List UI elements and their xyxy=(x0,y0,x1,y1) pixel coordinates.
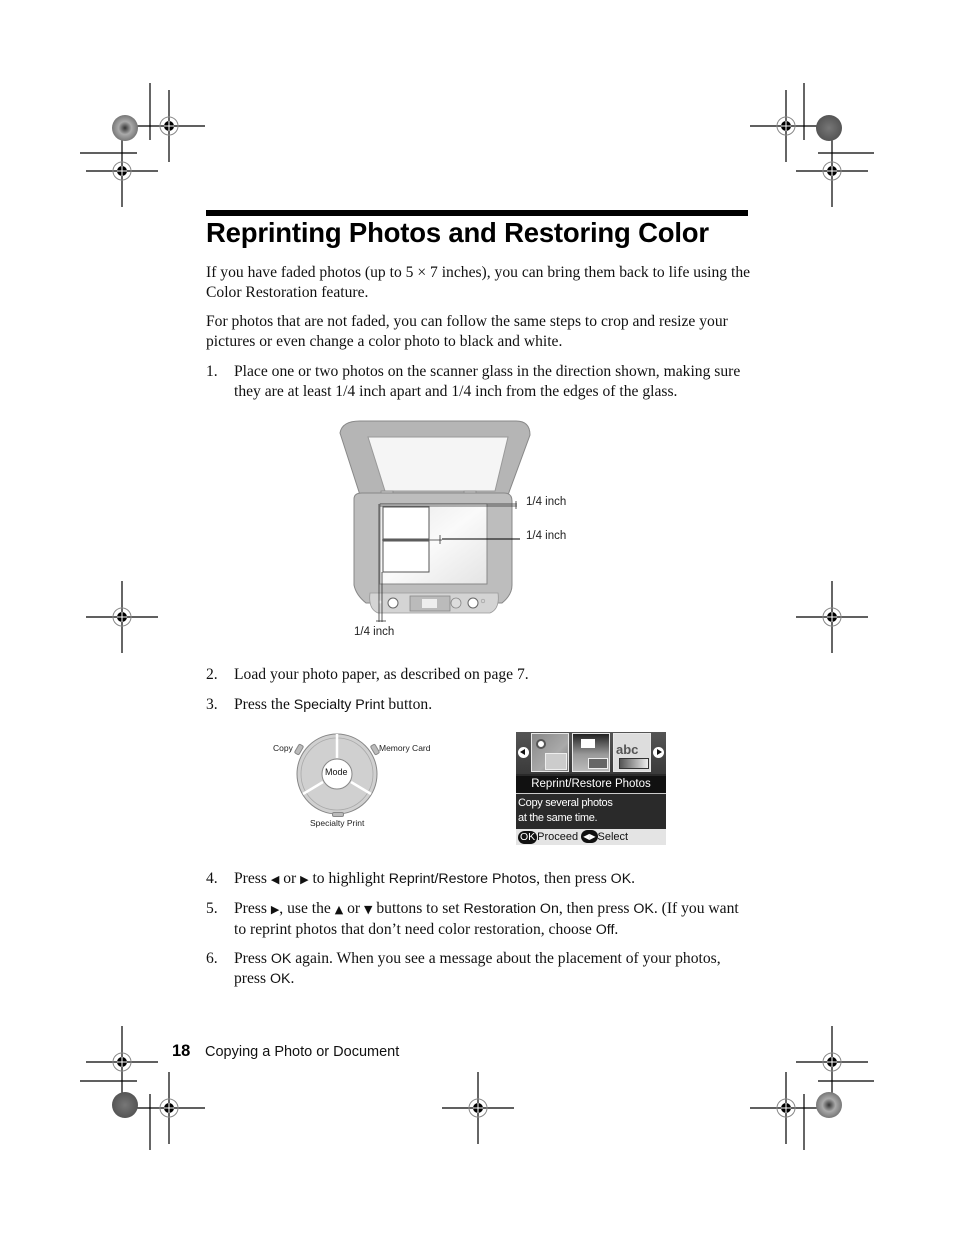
step-1: 1. Place one or two photos on the scanne… xyxy=(206,362,751,402)
registration-target-icon xyxy=(795,134,869,208)
photo-1 xyxy=(382,506,430,540)
intro-paragraph: For photos that are not faded, you can f… xyxy=(206,313,728,350)
page-number: 18 xyxy=(172,1042,191,1060)
step-text: Press ▶, use the ▲ or ▼ buttons to set R… xyxy=(234,900,739,938)
step-text: Press ◀ or ▶ to highlight Reprint/Restor… xyxy=(234,870,636,887)
lcd-proceed-label: Proceed xyxy=(537,831,579,843)
color-bar-starburst-icon xyxy=(816,115,842,141)
crop-mark-top-left xyxy=(80,83,151,154)
step-text: Press OK again. When you see a message a… xyxy=(234,950,721,987)
lcd-thumb-reprint xyxy=(531,733,569,772)
registration-target-icon xyxy=(132,1071,206,1145)
step-text: Place one or two photos on the scanner g… xyxy=(234,363,741,400)
lcd-description: Copy several photos at the same time. xyxy=(518,797,613,824)
lcd-right-arrow-icon xyxy=(653,747,664,758)
lcd-left-arrow-icon xyxy=(518,747,529,758)
photo-gap-label: 1/4 inch xyxy=(526,530,567,542)
lcd-left-right-icon: ◀▶ xyxy=(581,830,598,843)
crop-mark-bottom-right xyxy=(803,1080,874,1150)
specialty-print-ui-label: Specialty Print xyxy=(293,697,385,713)
registration-target-icon xyxy=(749,1071,823,1145)
color-bar-starburst-icon xyxy=(112,1092,138,1118)
step-2: 2. Load your photo paper, as described o… xyxy=(206,665,751,685)
right-arrow-icon: ▶ xyxy=(300,873,309,886)
copy-mode-label: Copy xyxy=(273,743,293,753)
lcd-select-label: Select xyxy=(597,831,629,843)
photo-2 xyxy=(382,540,430,573)
registration-target-icon xyxy=(441,1071,515,1145)
crop-mark-top-right xyxy=(803,83,874,154)
off-ui-label: Off xyxy=(595,922,615,938)
lcd-thumb-restore xyxy=(572,733,610,772)
step-number: 4. xyxy=(206,870,218,887)
restoration-on-ui-label: Restoration On xyxy=(463,901,559,917)
registration-target-icon xyxy=(795,580,869,654)
top-margin-label: 1/4 inch xyxy=(526,496,567,508)
registration-target-icon xyxy=(85,134,159,208)
page-title: Reprinting Photos and Restoring Color xyxy=(206,217,709,248)
mode-dial-center-label: Mode xyxy=(325,767,348,777)
ok-ui-label: OK xyxy=(610,871,632,887)
step-number: 2. xyxy=(206,666,218,683)
reprint-restore-ui-label: Reprint/Restore Photos xyxy=(388,871,537,887)
crop-mark-bottom-left xyxy=(80,1080,151,1150)
step-6: 6. Press OK again. When you see a messag… xyxy=(206,949,751,989)
ok-ui-label: OK xyxy=(633,901,654,917)
lcd-menu-title: Reprint/Restore Photos xyxy=(516,776,666,794)
step-number: 5. xyxy=(206,900,218,917)
lcd-thumbnail-strip: abc xyxy=(516,732,666,774)
step-number: 6. xyxy=(206,950,218,967)
registration-target-icon xyxy=(749,89,823,163)
color-bar-starburst-icon xyxy=(112,115,138,141)
ok-ui-label: OK xyxy=(269,971,291,987)
registration-target-icon xyxy=(85,1025,159,1099)
lcd-screen: abc Reprint/Restore Photos Copy several … xyxy=(516,732,666,845)
step-5: 5. Press ▶, use the ▲ or ▼ buttons to se… xyxy=(206,899,751,939)
step-number: 3. xyxy=(206,696,218,713)
title-rule xyxy=(206,210,748,216)
ok-ui-label: OK xyxy=(270,951,292,967)
step-3: 3. Press the Specialty Print button. xyxy=(206,695,751,715)
section-title: Copying a Photo or Document xyxy=(205,1044,400,1060)
registration-target-icon xyxy=(85,580,159,654)
specialty-print-indicator-light xyxy=(332,812,344,817)
left-margin-label: 1/4 inch xyxy=(354,626,395,638)
lcd-thumb-crop-text: abc xyxy=(613,733,651,772)
lcd-footer-hints: OK Proceed ◀▶ Select xyxy=(516,829,666,845)
specialty-print-mode-label: Specialty Print xyxy=(310,818,365,828)
color-bar-starburst-icon xyxy=(816,1092,842,1118)
registration-target-icon xyxy=(795,1025,869,1099)
lid-document-mat xyxy=(367,436,509,492)
registration-target-icon xyxy=(132,89,206,163)
intro-paragraph: If you have faded photos (up to 5 × 7 in… xyxy=(206,264,751,301)
step-text: Load your photo paper, as described on p… xyxy=(234,666,529,683)
step-4: 4. Press ◀ or ▶ to highlight Reprint/Res… xyxy=(206,869,751,889)
step-number: 1. xyxy=(206,363,218,380)
step-text: Press the Specialty Print button. xyxy=(234,696,433,713)
up-arrow-icon: ▲ xyxy=(334,903,344,916)
lcd-ok-icon: OK xyxy=(518,831,538,844)
memory-card-mode-label: Memory Card xyxy=(379,743,431,753)
